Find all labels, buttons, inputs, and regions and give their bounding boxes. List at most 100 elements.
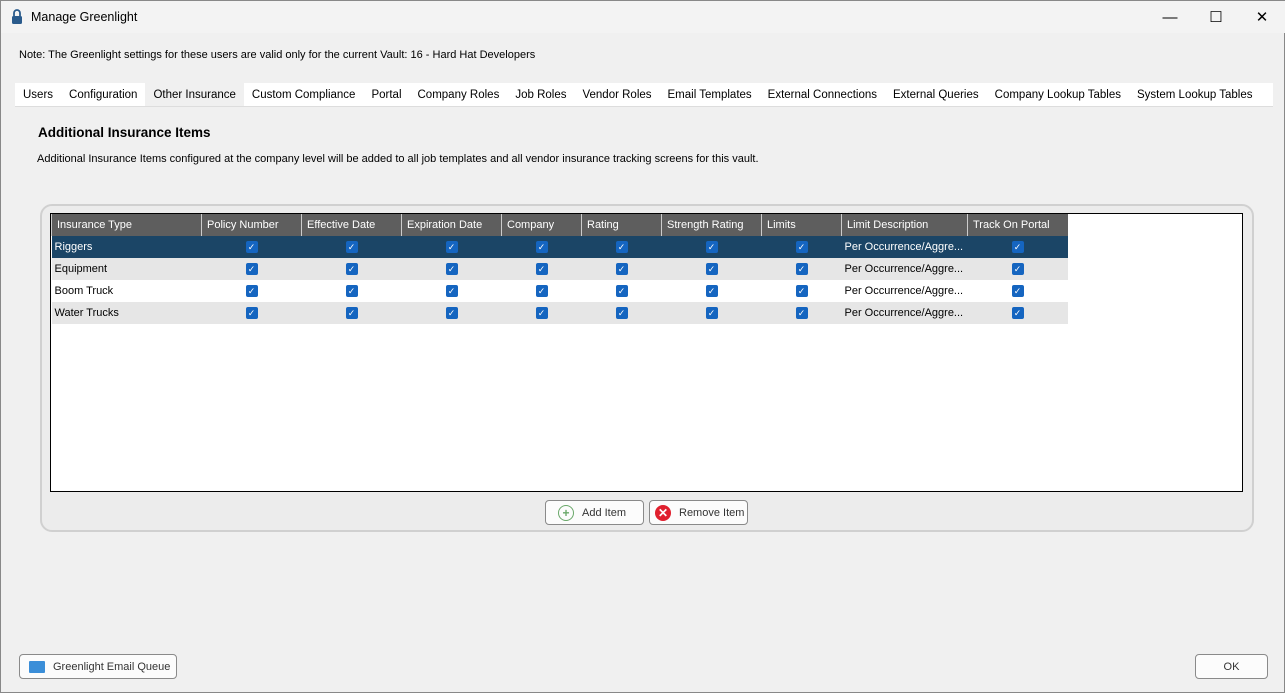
checkbox-cell[interactable]: ✓ xyxy=(661,258,762,280)
checkbox-checked-icon[interactable]: ✓ xyxy=(705,263,718,275)
checkbox-cell[interactable]: ✓ xyxy=(401,258,502,280)
track-on-portal-cell[interactable]: ✓ xyxy=(967,236,1068,258)
checkbox-cell[interactable]: ✓ xyxy=(761,258,842,280)
checkbox-checked-icon[interactable]: ✓ xyxy=(535,307,548,319)
checkbox-checked-icon[interactable]: ✓ xyxy=(245,285,258,297)
checkbox-cell[interactable]: ✓ xyxy=(401,302,502,324)
checkbox-checked-icon[interactable]: ✓ xyxy=(705,241,718,253)
checkbox-checked-icon[interactable]: ✓ xyxy=(615,241,628,253)
checkbox-checked-icon[interactable]: ✓ xyxy=(795,285,808,297)
checkbox-cell[interactable]: ✓ xyxy=(661,236,762,258)
close-button[interactable]: ✕ xyxy=(1239,1,1285,33)
checkbox-checked-icon[interactable]: ✓ xyxy=(615,307,628,319)
checkbox-checked-icon[interactable]: ✓ xyxy=(345,241,358,253)
column-header[interactable]: Rating xyxy=(581,214,662,236)
checkbox-cell[interactable]: ✓ xyxy=(301,236,402,258)
checkbox-checked-icon[interactable]: ✓ xyxy=(795,263,808,275)
tab-other-insurance[interactable]: Other Insurance xyxy=(145,83,244,106)
checkbox-cell[interactable]: ✓ xyxy=(501,302,582,324)
checkbox-checked-icon[interactable]: ✓ xyxy=(795,241,808,253)
track-on-portal-cell[interactable]: ✓ xyxy=(967,302,1068,324)
checkbox-checked-icon[interactable]: ✓ xyxy=(445,285,458,297)
track-on-portal-cell[interactable]: ✓ xyxy=(967,258,1068,280)
checkbox-checked-icon[interactable]: ✓ xyxy=(445,263,458,275)
checkbox-checked-icon[interactable]: ✓ xyxy=(705,285,718,297)
column-header[interactable]: Effective Date xyxy=(301,214,402,236)
checkbox-cell[interactable]: ✓ xyxy=(201,302,302,324)
tab-email-templates[interactable]: Email Templates xyxy=(660,83,760,106)
checkbox-checked-icon[interactable]: ✓ xyxy=(445,307,458,319)
checkbox-cell[interactable]: ✓ xyxy=(761,302,842,324)
checkbox-checked-icon[interactable]: ✓ xyxy=(345,307,358,319)
checkbox-cell[interactable]: ✓ xyxy=(202,280,302,302)
checkbox-checked-icon[interactable]: ✓ xyxy=(615,263,628,275)
checkbox-checked-icon[interactable]: ✓ xyxy=(535,241,548,253)
table-row[interactable]: Riggers ✓ ✓ ✓ ✓ ✓ ✓ ✓ Per Occurrence/Aggre... ✓ xyxy=(51,236,1068,258)
tab-company-lookup-tables[interactable]: Company Lookup Tables xyxy=(987,83,1129,106)
checkbox-checked-icon[interactable]: ✓ xyxy=(245,241,258,253)
limit-description-cell: Per Occurrence/Aggre... xyxy=(841,302,968,324)
checkbox-checked-icon[interactable]: ✓ xyxy=(1011,263,1024,275)
checkbox-cell[interactable]: ✓ xyxy=(401,236,502,258)
checkbox-checked-icon[interactable]: ✓ xyxy=(705,307,718,319)
checkbox-cell[interactable]: ✓ xyxy=(502,280,582,302)
column-header[interactable]: Expiration Date xyxy=(401,214,502,236)
column-header[interactable]: Policy Number xyxy=(201,214,302,236)
column-header[interactable]: Strength Rating xyxy=(661,214,762,236)
tab-portal[interactable]: Portal xyxy=(363,83,409,106)
checkbox-cell[interactable]: ✓ xyxy=(662,280,762,302)
checkbox-checked-icon[interactable]: ✓ xyxy=(535,285,548,297)
checkbox-checked-icon[interactable]: ✓ xyxy=(1011,307,1024,319)
checkbox-checked-icon[interactable]: ✓ xyxy=(1011,241,1024,253)
tab-vendor-roles[interactable]: Vendor Roles xyxy=(574,83,659,106)
table-row[interactable]: Water Trucks ✓ ✓ ✓ ✓ ✓ ✓ ✓ Per Occurrence/Aggre.… xyxy=(51,302,1068,324)
checkbox-cell[interactable]: ✓ xyxy=(581,258,662,280)
remove-item-button[interactable]: ✕ Remove Item xyxy=(649,500,748,525)
tab-external-queries[interactable]: External Queries xyxy=(885,83,987,106)
checkbox-checked-icon[interactable]: ✓ xyxy=(345,285,358,297)
checkbox-checked-icon[interactable]: ✓ xyxy=(1011,285,1024,297)
column-header[interactable]: Insurance Type xyxy=(51,214,202,236)
column-header[interactable]: Limits xyxy=(761,214,842,236)
checkbox-checked-icon[interactable]: ✓ xyxy=(535,263,548,275)
tab-system-lookup-tables[interactable]: System Lookup Tables xyxy=(1129,83,1261,106)
tab-users[interactable]: Users xyxy=(15,83,61,106)
insurance-grid[interactable]: Insurance Type Policy Number Effective Dat… xyxy=(50,213,1243,492)
ok-button[interactable]: OK xyxy=(1195,654,1268,679)
tab-job-roles[interactable]: Job Roles xyxy=(507,83,574,106)
column-header[interactable]: Company xyxy=(501,214,582,236)
checkbox-cell[interactable]: ✓ xyxy=(762,280,842,302)
column-header[interactable]: Track On Portal xyxy=(967,214,1068,236)
maximize-button[interactable]: ☐ xyxy=(1193,1,1239,33)
checkbox-cell[interactable]: ✓ xyxy=(302,280,402,302)
add-item-button[interactable]: + Add Item xyxy=(545,500,644,525)
checkbox-cell[interactable]: ✓ xyxy=(581,302,662,324)
tab-external-connections[interactable]: External Connections xyxy=(760,83,885,106)
checkbox-cell[interactable]: ✓ xyxy=(501,258,582,280)
checkbox-checked-icon[interactable]: ✓ xyxy=(445,241,458,253)
checkbox-checked-icon[interactable]: ✓ xyxy=(345,263,358,275)
checkbox-cell[interactable]: ✓ xyxy=(661,302,762,324)
checkbox-cell[interactable]: ✓ xyxy=(201,258,302,280)
tab-company-roles[interactable]: Company Roles xyxy=(410,83,508,106)
email-queue-button[interactable]: Greenlight Email Queue xyxy=(19,654,177,679)
table-row[interactable]: Boom Truck ✓ ✓ ✓ ✓ ✓ ✓ ✓ Per Occurrence/Aggre...… xyxy=(52,280,1068,302)
checkbox-cell[interactable]: ✓ xyxy=(301,302,402,324)
checkbox-cell[interactable]: ✓ xyxy=(201,236,302,258)
checkbox-cell[interactable]: ✓ xyxy=(402,280,502,302)
checkbox-cell[interactable]: ✓ xyxy=(581,236,662,258)
tab-custom-compliance[interactable]: Custom Compliance xyxy=(244,83,364,106)
checkbox-checked-icon[interactable]: ✓ xyxy=(245,263,258,275)
checkbox-cell[interactable]: ✓ xyxy=(761,236,842,258)
checkbox-checked-icon[interactable]: ✓ xyxy=(795,307,808,319)
checkbox-cell[interactable]: ✓ xyxy=(301,258,402,280)
table-row[interactable]: Equipment ✓ ✓ ✓ ✓ ✓ ✓ ✓ Per Occurrence/Aggre... ✓ xyxy=(51,258,1068,280)
checkbox-checked-icon[interactable]: ✓ xyxy=(615,285,628,297)
minimize-button[interactable]: — xyxy=(1147,1,1193,33)
checkbox-checked-icon[interactable]: ✓ xyxy=(245,307,258,319)
checkbox-cell[interactable]: ✓ xyxy=(582,280,662,302)
checkbox-cell[interactable]: ✓ xyxy=(501,236,582,258)
tab-configuration[interactable]: Configuration xyxy=(61,83,145,106)
column-header[interactable]: Limit Description xyxy=(841,214,968,236)
track-on-portal-cell[interactable]: ✓ xyxy=(968,280,1068,302)
